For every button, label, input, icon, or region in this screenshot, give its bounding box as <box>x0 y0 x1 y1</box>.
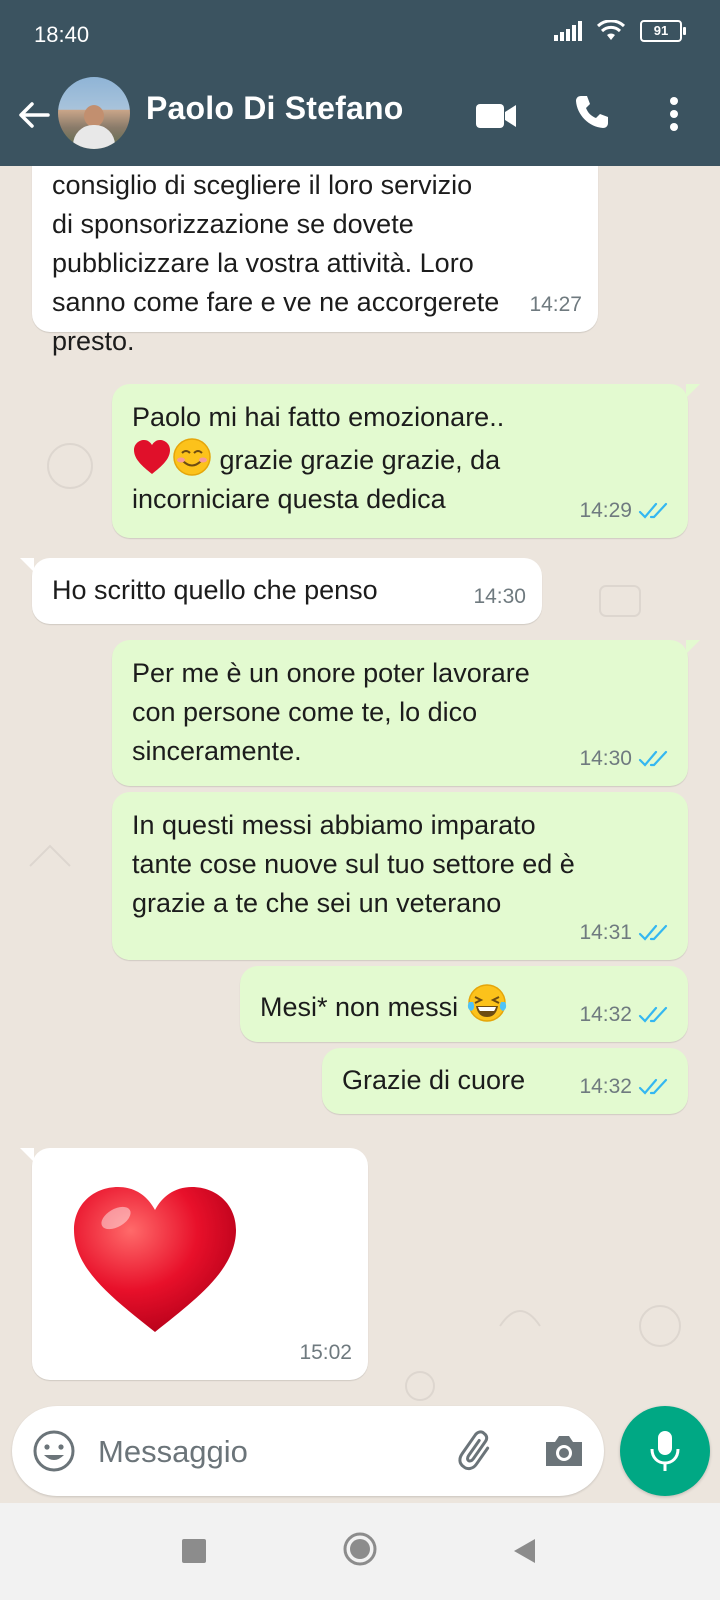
attach-icon[interactable] <box>454 1428 500 1474</box>
message-input[interactable] <box>96 1426 430 1478</box>
message-time: 14:29 <box>579 499 632 522</box>
composer-bar <box>0 1406 720 1496</box>
mic-button[interactable] <box>620 1406 710 1496</box>
message-text: Ho scritto quello che penso <box>52 575 378 605</box>
system-nav-bar <box>0 1503 720 1600</box>
message-composer <box>12 1406 604 1496</box>
avatar[interactable] <box>58 77 130 149</box>
message-bubble-outgoing[interactable]: Mesi* non messi 14:32 <box>240 966 688 1042</box>
message-bubble-outgoing[interactable]: Grazie di cuore 14:32 <box>322 1048 688 1114</box>
message-time: 14:30 <box>473 585 526 608</box>
message-text: In questi messi abbiamo imparato tante c… <box>132 810 575 918</box>
back-arrow-icon[interactable] <box>14 95 54 135</box>
double-check-icon <box>638 750 668 767</box>
wifi-icon <box>596 20 626 40</box>
mic-icon <box>650 1431 680 1471</box>
chat-area[interactable]: consiglio di scegliere il loro servizio … <box>0 166 720 1406</box>
status-bar: 18:40 91 <box>0 0 720 68</box>
message-bubble-outgoing[interactable]: In questi messi abbiamo imparato tante c… <box>112 792 688 960</box>
message-time: 14:30 <box>579 747 632 770</box>
double-check-icon <box>638 502 668 519</box>
message-bubble-incoming[interactable]: Ho scritto quello che penso 14:30 <box>20 558 542 624</box>
red-heart-emoji-icon <box>74 1187 236 1332</box>
battery-icon: 91 <box>640 20 686 42</box>
double-check-icon <box>638 1078 668 1095</box>
tears-of-joy-emoji-icon <box>467 984 506 1022</box>
status-icons: 91 <box>554 20 686 42</box>
signal-icon <box>554 21 582 41</box>
camera-icon[interactable] <box>542 1430 586 1472</box>
message-bubble-incoming[interactable]: 15:02 <box>20 1148 368 1380</box>
contact-name[interactable]: Paolo Di Stefano <box>146 90 403 127</box>
video-call-icon[interactable] <box>474 98 518 134</box>
heart-emoji-icon <box>134 440 170 474</box>
message-bubble-outgoing[interactable]: Per me è un onore poter lavorare con per… <box>112 640 700 786</box>
chat-header: Paolo Di Stefano <box>0 68 720 166</box>
message-time: 14:31 <box>579 921 632 944</box>
message-bubble-incoming[interactable]: consiglio di scegliere il loro servizio … <box>32 166 598 356</box>
back-button[interactable] <box>510 1536 538 1566</box>
message-time: 14:32 <box>579 1075 632 1098</box>
smiling-face-emoji-icon <box>173 438 211 476</box>
phone-icon[interactable] <box>572 92 612 132</box>
more-vert-icon[interactable] <box>662 94 686 134</box>
home-button[interactable] <box>342 1531 378 1567</box>
message-time: 15:02 <box>299 1341 352 1364</box>
message-text: consiglio di scegliere il loro servizio … <box>52 170 500 356</box>
message-time: 14:32 <box>579 1003 632 1026</box>
double-check-icon <box>638 924 668 941</box>
message-bubble-outgoing[interactable]: Paolo mi hai fatto emozionare.. grazie g… <box>112 384 700 538</box>
double-check-icon <box>638 1006 668 1023</box>
message-time: 14:27 <box>529 293 582 316</box>
recents-button[interactable] <box>182 1539 206 1563</box>
emoji-icon[interactable] <box>32 1429 76 1473</box>
status-time: 18:40 <box>34 22 90 47</box>
